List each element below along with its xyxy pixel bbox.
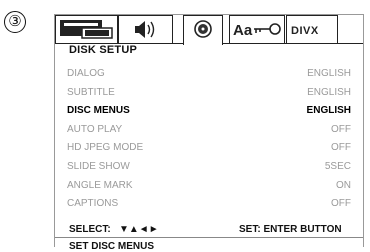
setting-value: OFF xyxy=(331,142,351,154)
tab-language[interactable]: Aa xyxy=(229,15,285,43)
setting-value: ENGLISH xyxy=(306,105,351,117)
setting-label: SUBTITLE xyxy=(67,86,115,98)
setting-value: ON xyxy=(336,179,351,191)
setting-label: CAPTIONS xyxy=(67,198,119,210)
setting-label: ANGLE MARK xyxy=(67,179,133,191)
tv-system-icon xyxy=(60,20,113,39)
setting-value: ENGLISH xyxy=(307,68,351,79)
setting-value: ENGLISH xyxy=(307,86,351,98)
setting-captions[interactable]: CAPTIONS OFF xyxy=(55,195,363,214)
disc-icon xyxy=(194,20,212,38)
setting-label: SLIDE SHOW xyxy=(67,160,130,172)
setting-label: DISC MENUS xyxy=(67,105,130,117)
svg-text:DIVX: DIVX xyxy=(291,25,319,37)
setting-value: 5SEC xyxy=(324,160,351,172)
setting-disc-menus[interactable]: DISC MENUS ENGLISH xyxy=(55,102,363,121)
setting-label: AUTO PLAY xyxy=(67,123,123,135)
divider xyxy=(55,237,363,238)
tab-system[interactable] xyxy=(55,15,118,43)
arrow-keys-icon: ▼▲◄► xyxy=(119,224,159,235)
setting-slide-show[interactable]: SLIDE SHOW 5SEC xyxy=(55,158,363,177)
setting-angle-mark[interactable]: ANGLE MARK ON xyxy=(55,177,363,196)
menu-title: DISK SETUP xyxy=(69,44,138,56)
tab-bar: Aa DIVX xyxy=(55,15,363,45)
select-hint-label: SELECT: xyxy=(69,224,111,235)
settings-list: DIALOG ENGLISH SUBTITLE ENGLISH DISC MEN… xyxy=(55,65,363,214)
setting-hd-jpeg-mode[interactable]: HD JPEG MODE OFF xyxy=(55,139,363,158)
setting-dialog[interactable]: DIALOG ENGLISH xyxy=(55,65,363,84)
setting-auto-play[interactable]: AUTO PLAY OFF xyxy=(55,121,363,140)
setting-label: HD JPEG MODE xyxy=(67,142,144,154)
svg-text:Aa: Aa xyxy=(233,22,253,39)
setting-value: OFF xyxy=(331,123,351,135)
tab-audio[interactable] xyxy=(118,15,173,43)
speaker-audio-icon xyxy=(135,21,155,38)
setting-subtitle[interactable]: SUBTITLE ENGLISH xyxy=(55,84,363,103)
tab-divx[interactable]: DIVX xyxy=(286,15,338,43)
setting-value: OFF xyxy=(331,198,351,210)
step-number: ③ xyxy=(4,11,26,33)
language-key-icon: Aa xyxy=(233,22,281,39)
tab-disc[interactable] xyxy=(183,15,223,45)
divx-icon: DIVX xyxy=(291,25,319,37)
setting-label: DIALOG xyxy=(67,68,105,79)
setup-screen: Aa DIVX DISK SETUP DIALOG ENGLISH SUBTIT… xyxy=(54,14,364,252)
